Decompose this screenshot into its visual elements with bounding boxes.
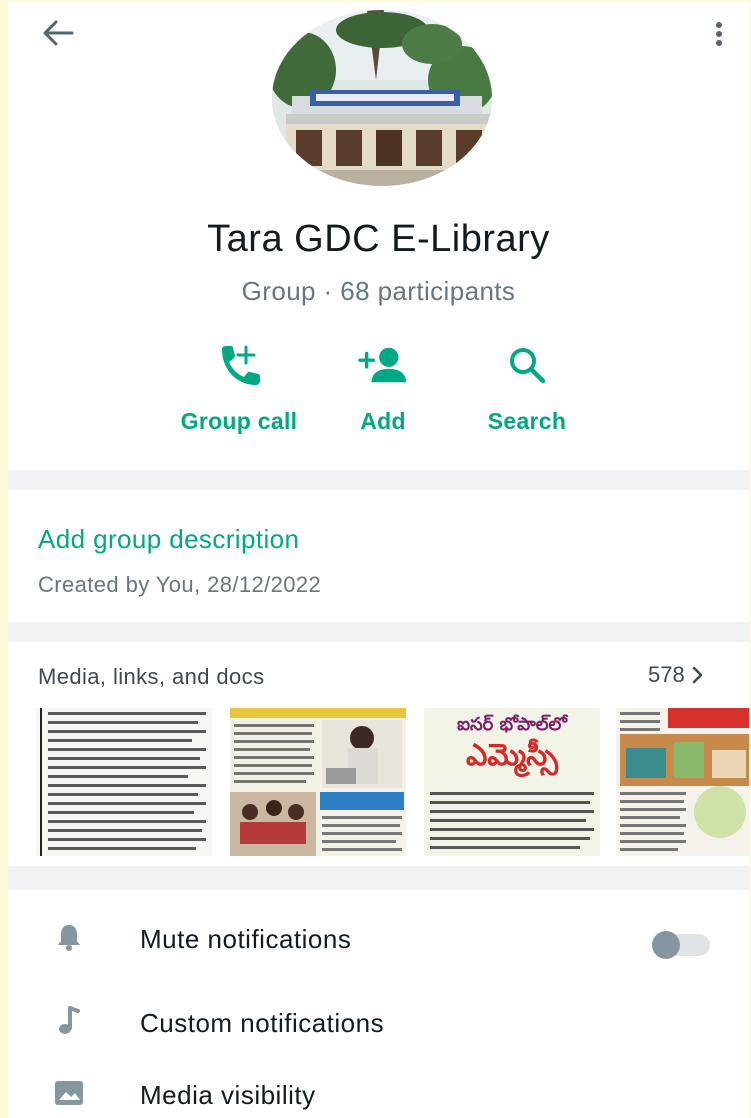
custom-notifications-row[interactable]: Custom notifications — [8, 982, 749, 1060]
mute-notifications-label: Mute notifications — [140, 924, 352, 954]
add-group-description-link[interactable]: Add group description — [38, 524, 299, 555]
media-visibility-label: Media visibility — [140, 1080, 316, 1110]
thumbnail-headline-2: ఎమ్మెస్సీ — [465, 738, 559, 773]
notification-settings-card: Mute notifications Custom notifications — [8, 890, 749, 1118]
created-info: Created by You, 28/12/2022 — [38, 572, 322, 597]
music-note-icon — [52, 1004, 86, 1038]
add-participant-button[interactable]: Add — [308, 340, 458, 444]
mute-notifications-toggle[interactable] — [652, 931, 710, 959]
add-participant-label: Add — [360, 408, 406, 434]
group-call-button[interactable]: Group call — [164, 340, 314, 444]
media-count-link[interactable]: 578 — [648, 662, 703, 688]
media-count: 578 — [648, 662, 685, 687]
add-person-icon — [358, 340, 408, 390]
media-thumbnail[interactable] — [36, 708, 212, 856]
media-links-docs-card: Media, links, and docs 578 — [8, 642, 749, 866]
back-arrow-icon — [43, 20, 74, 46]
toggle-knob — [652, 931, 680, 959]
search-icon — [502, 340, 552, 390]
image-icon — [52, 1076, 86, 1110]
group-participants-info: Group · 68 participants — [241, 276, 516, 306]
custom-notifications-label: Custom notifications — [140, 1008, 385, 1038]
media-thumbnail[interactable]: ఐసర్ భోపాల్‌లో ఎమ్మెస్సీ — [424, 708, 600, 856]
mute-notifications-row[interactable]: Mute notifications — [8, 898, 749, 976]
group-call-label: Group call — [180, 408, 298, 434]
chevron-right-icon — [692, 666, 703, 684]
group-description-card: Add group description Created by You, 28… — [8, 490, 749, 622]
search-button[interactable]: Search — [452, 340, 602, 444]
more-vert-icon — [716, 22, 722, 46]
add-call-icon — [214, 340, 264, 390]
group-header-card: Tara GDC E-Library Group · 68 participan… — [8, 2, 749, 470]
media-section-title[interactable]: Media, links, and docs — [38, 664, 264, 690]
media-visibility-row[interactable]: Media visibility — [8, 1054, 749, 1118]
group-avatar[interactable] — [272, 10, 492, 186]
media-thumbnail[interactable] — [616, 708, 749, 856]
back-button[interactable] — [38, 16, 78, 50]
overflow-menu-button[interactable] — [704, 14, 734, 54]
media-thumbnail[interactable] — [230, 708, 406, 856]
group-name[interactable]: Tara GDC E-Library — [8, 218, 749, 261]
group-info-screen: Tara GDC E-Library Group · 68 participan… — [8, 2, 749, 1118]
bell-icon — [52, 920, 86, 954]
search-label: Search — [487, 408, 567, 434]
thumbnail-headline-1: ఐసర్ భోపాల్‌లో — [456, 714, 568, 735]
